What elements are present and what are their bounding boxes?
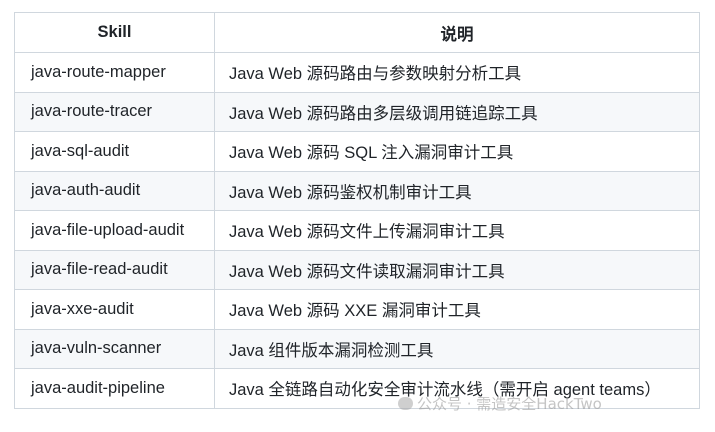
skill-name: java-file-read-audit [14,249,215,290]
table-row: java-xxe-audit Java Web 源码 XXE 漏洞审计工具 [14,289,700,330]
skill-description: Java Web 源码文件读取漏洞审计工具 [214,249,700,290]
skill-description: Java Web 源码鉴权机制审计工具 [214,170,700,211]
skills-table-container: Skill 说明 java-route-mapper Java Web 源码路由… [14,12,700,409]
table-header-row: Skill 说明 [14,12,700,53]
table-row: java-vuln-scanner Java 组件版本漏洞检测工具 [14,328,700,369]
skill-name: java-sql-audit [14,131,215,172]
table-row: java-sql-audit Java Web 源码 SQL 注入漏洞审计工具 [14,131,700,172]
skill-description: Java Web 源码 XXE 漏洞审计工具 [214,289,700,330]
skills-table: Skill 说明 java-route-mapper Java Web 源码路由… [14,12,700,409]
skill-name: java-file-upload-audit [14,210,215,251]
table-row: java-file-read-audit Java Web 源码文件读取漏洞审计… [14,249,700,290]
skill-description: Java 组件版本漏洞检测工具 [214,328,700,369]
skill-name: java-vuln-scanner [14,328,215,369]
skill-description: Java Web 源码路由与参数映射分析工具 [214,52,700,93]
skill-description: Java Web 源码 SQL 注入漏洞审计工具 [214,131,700,172]
skill-description: Java Web 源码文件上传漏洞审计工具 [214,210,700,251]
table-row: java-route-tracer Java Web 源码路由多层级调用链追踪工… [14,91,700,132]
skill-name: java-route-tracer [14,91,215,132]
skill-description: Java 全链路自动化安全审计流水线（需开启 agent teams） [214,368,700,409]
table-row: java-audit-pipeline Java 全链路自动化安全审计流水线（需… [14,368,700,409]
table-row: java-auth-audit Java Web 源码鉴权机制审计工具 [14,170,700,211]
header-description: 说明 [214,12,700,53]
skill-name: java-xxe-audit [14,289,215,330]
table-row: java-route-mapper Java Web 源码路由与参数映射分析工具 [14,52,700,93]
header-skill: Skill [14,12,215,53]
skill-name: java-auth-audit [14,170,215,211]
skill-name: java-audit-pipeline [14,368,215,409]
table-row: java-file-upload-audit Java Web 源码文件上传漏洞… [14,210,700,251]
skill-description: Java Web 源码路由多层级调用链追踪工具 [214,91,700,132]
skill-name: java-route-mapper [14,52,215,93]
